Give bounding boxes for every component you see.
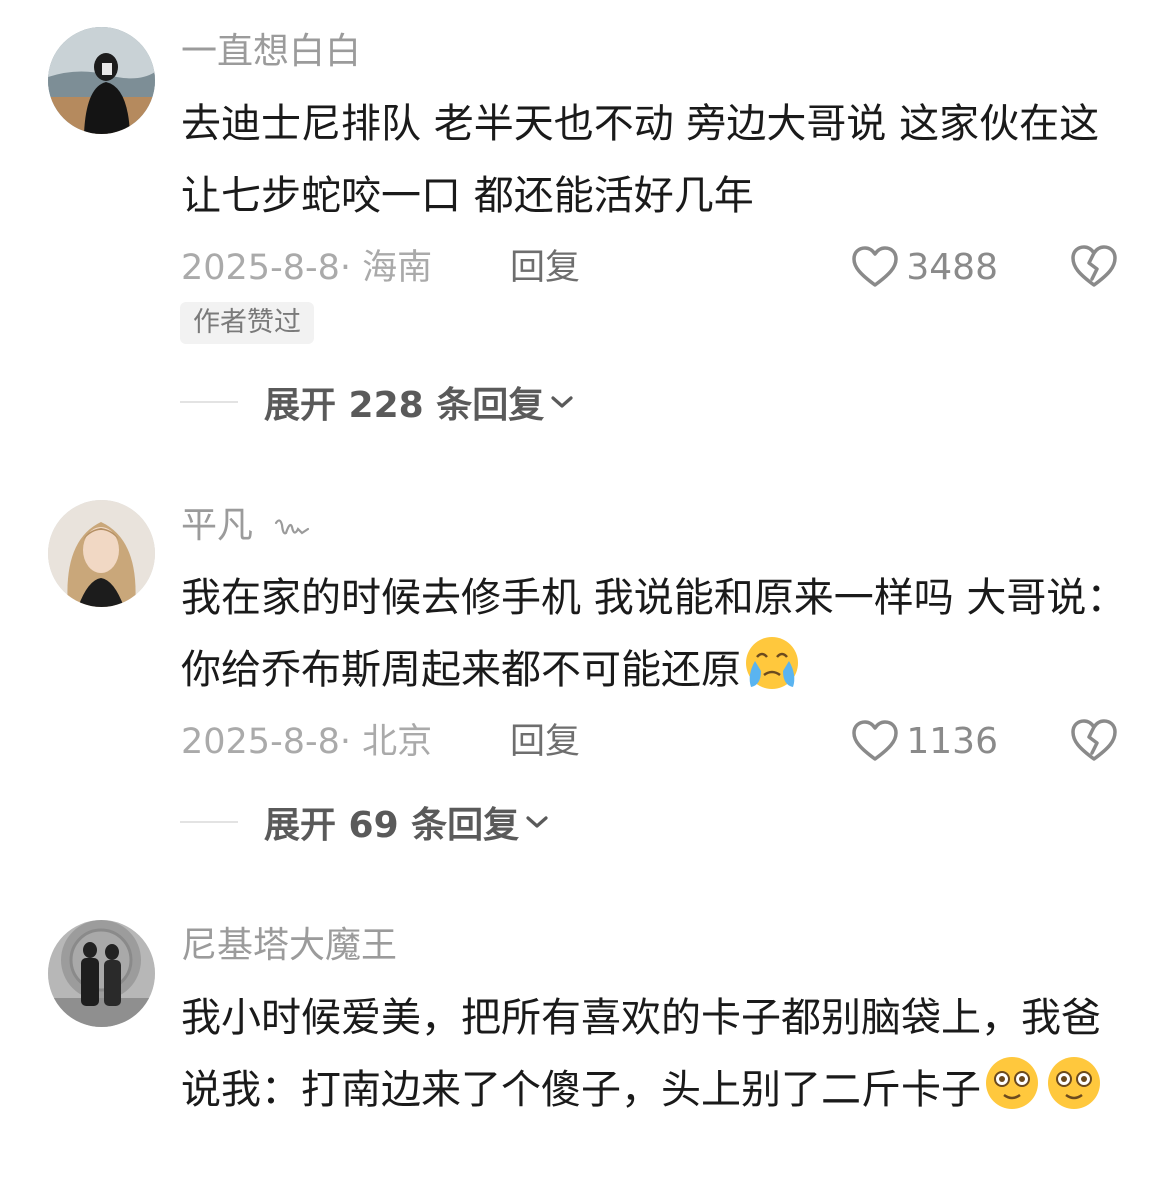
username[interactable]: 尼基塔大魔王 xyxy=(181,926,397,966)
avatar[interactable] xyxy=(48,27,155,134)
comment-text: 我在家的时候去修手机 我说能和原来一样吗 大哥说：你给乔布斯周起来都不可能还原 xyxy=(181,562,1131,706)
broken-heart-icon xyxy=(1071,245,1117,287)
dislike-button[interactable] xyxy=(1070,243,1118,291)
comment-text: 去迪士尼排队 老半天也不动 旁边大哥说 这家伙在这让七步蛇咬一口 都还能活好几年 xyxy=(181,101,1100,219)
avatar[interactable] xyxy=(48,920,155,1027)
reply-button[interactable]: 回复 xyxy=(510,722,580,762)
expand-replies[interactable]: 展开 228 条回复 xyxy=(180,380,574,426)
username-text: 平凡 xyxy=(181,505,254,546)
dizzy-face-emoji xyxy=(986,1057,1038,1109)
date-location: 2025-8-8· 北京 xyxy=(181,722,433,762)
expand-replies-label: 展开 228 条回复 xyxy=(264,385,545,426)
chevron-down-icon xyxy=(526,816,548,828)
heart-icon xyxy=(852,720,899,761)
username[interactable]: 平凡 xyxy=(181,506,312,546)
like-button[interactable]: 1136 xyxy=(852,717,998,765)
author-liked-badge: 作者赞过 xyxy=(180,302,314,344)
heart-icon xyxy=(852,246,899,287)
like-count: 3488 xyxy=(906,246,998,288)
divider xyxy=(180,821,238,823)
broken-heart-icon xyxy=(1071,719,1117,761)
expand-replies[interactable]: 展开 69 条回复 xyxy=(180,800,549,846)
avatar[interactable] xyxy=(48,500,155,607)
crying-face-emoji xyxy=(746,637,798,689)
divider xyxy=(180,401,238,403)
like-count: 1136 xyxy=(906,720,998,762)
comment-text-content: 我小时候爱美，把所有喜欢的卡子都别脑袋上，我爸说我：打南边来了个傻子，头上别了二… xyxy=(181,995,1101,1113)
comment-text: 我小时候爱美，把所有喜欢的卡子都别脑袋上，我爸说我：打南边来了个傻子，头上别了二… xyxy=(181,982,1131,1126)
reply-button[interactable]: 回复 xyxy=(510,248,580,288)
signature-mark-icon xyxy=(275,519,310,535)
username[interactable]: 一直想白白 xyxy=(181,32,361,72)
comment-text-content: 我在家的时候去修手机 我说能和原来一样吗 大哥说：你给乔布斯周起来都不可能还原 xyxy=(181,575,1127,693)
dislike-button[interactable] xyxy=(1070,717,1118,765)
dizzy-face-emoji xyxy=(1048,1057,1100,1109)
chevron-down-icon xyxy=(551,396,573,408)
expand-replies-label: 展开 69 条回复 xyxy=(264,805,520,846)
like-button[interactable]: 3488 xyxy=(852,243,998,291)
date-location: 2025-8-8· 海南 xyxy=(181,248,433,288)
